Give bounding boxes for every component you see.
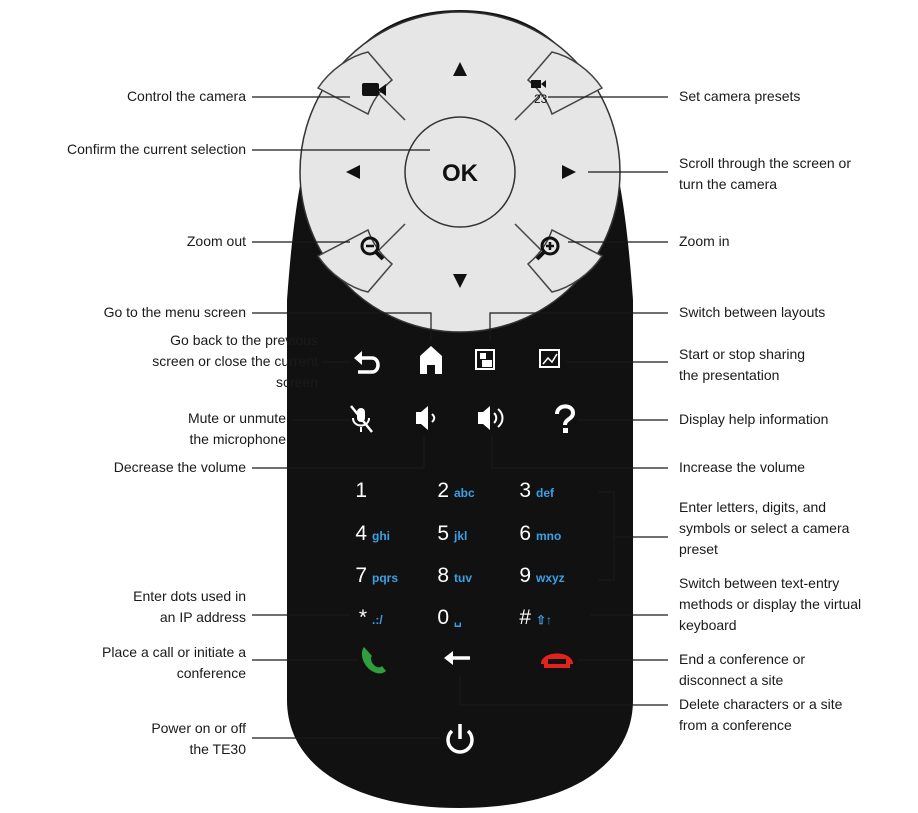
label-line: turn the camera (679, 176, 778, 192)
label-enter-letters: Enter letters, digits, and symbols or sel… (679, 497, 849, 560)
label-line: Go back to the previous (170, 332, 318, 348)
label-line: from a conference (679, 717, 792, 733)
key-letters: ghi (372, 529, 390, 543)
label-line: the presentation (679, 367, 780, 383)
label-line: Place a call or initiate a (102, 644, 246, 660)
label-enter-dots: Enter dots used in an IP address (133, 586, 246, 628)
key-digit: 6 (519, 522, 531, 545)
label-help: Display help information (679, 409, 828, 430)
ok-label: OK (442, 160, 479, 187)
label-line: Scroll through the screen or (679, 155, 851, 171)
key-digit: # (519, 606, 531, 629)
label-line: Delete characters or a site (679, 696, 843, 712)
key-digit: * (359, 606, 367, 629)
key-digit: 1 (355, 479, 367, 502)
label-end-conference: End a conference or disconnect a site (679, 649, 805, 691)
label-confirm-selection: Confirm the current selection (67, 139, 246, 160)
label-line: Power on or off (151, 720, 246, 736)
key-digit: 5 (437, 522, 449, 545)
label-line: Set camera presets (679, 88, 801, 104)
label-power: Power on or off the TE30 (151, 718, 246, 760)
camera-icon (362, 83, 379, 96)
key-letters: .:/ (372, 613, 383, 627)
label-line: Mute or unmute (187, 410, 286, 426)
key-letters: tuv (454, 571, 472, 585)
label-switch-text-entry: Switch between text-entry methods or disp… (679, 573, 861, 636)
key-1[interactable]: 1 (355, 479, 367, 502)
label-line: disconnect a site (679, 672, 784, 688)
label-line: symbols or select a camera (679, 520, 850, 536)
label-line: Start or stop sharing (679, 346, 806, 362)
label-line: keyboard (679, 617, 737, 633)
key-digit: 9 (519, 564, 531, 587)
label-line: Increase the volume (679, 459, 806, 475)
label-line: screen (275, 374, 318, 390)
key-letters: ⇧↑ (536, 613, 552, 627)
label-scroll: Scroll through the screen or turn the cam… (679, 153, 851, 195)
label-place-call: Place a call or initiate a conference (102, 642, 246, 684)
label-line: Zoom out (186, 233, 246, 249)
label-line: Go to the menu screen (103, 304, 246, 320)
label-line: methods or display the virtual (679, 596, 862, 612)
label-line: Display help information (679, 411, 829, 427)
label-zoom-in: Zoom in (679, 231, 730, 252)
label-line: Switch between text-entry (679, 575, 840, 591)
key-letters: jkl (453, 529, 467, 543)
label-line: the TE30 (189, 741, 246, 757)
svg-text:23: 23 (534, 92, 548, 106)
label-line: Control the camera (126, 88, 246, 104)
key-letters: pqrs (372, 571, 398, 585)
label-zoom-out: Zoom out (187, 231, 246, 252)
label-line: Zoom in (679, 233, 730, 249)
label-switch-layouts: Switch between layouts (679, 302, 825, 323)
key-digit: 0 (437, 606, 449, 629)
label-delete-chars: Delete characters or a site from a confer… (679, 694, 842, 736)
camera-preset-icon (531, 80, 541, 88)
label-line: the microphone (189, 431, 286, 447)
key-digit: 4 (355, 522, 367, 545)
label-camera-presets: Set camera presets (679, 86, 800, 107)
key-letters: abc (454, 486, 475, 500)
label-line: preset (679, 541, 718, 557)
label-line: Decrease the volume (113, 459, 246, 475)
key-letters: mno (536, 529, 561, 543)
label-share-presentation: Start or stop sharing the presentation (679, 344, 805, 386)
label-line: screen or close the current (152, 353, 318, 369)
key-digit: 7 (355, 564, 367, 587)
label-control-camera: Control the camera (127, 86, 246, 107)
key-digit: 3 (519, 479, 531, 502)
key-letters: def (536, 486, 555, 500)
label-line: Confirm the current selection (67, 141, 246, 157)
label-line: an IP address (159, 609, 246, 625)
key-letters: wxyz (535, 571, 565, 585)
label-line: conference (176, 665, 246, 681)
key-digit: 2 (437, 479, 449, 502)
remote-diagram: 23 OK 1 2 abc 3 def 4 ghi 5 jkl 6 mno 7 … (0, 0, 918, 813)
label-line: Enter letters, digits, and (679, 499, 827, 515)
key-letters: ␣ (454, 613, 462, 627)
label-decrease-volume: Decrease the volume (114, 457, 246, 478)
label-menu-screen: Go to the menu screen (104, 302, 246, 323)
label-mute: Mute or unmute the microphone (188, 408, 286, 450)
label-go-back: Go back to the previous screen or close t… (152, 330, 318, 393)
label-line: Switch between layouts (679, 304, 826, 320)
remote-illustration: 23 OK 1 2 abc 3 def4 ghi 5 jkl 6 mno7 pq… (252, 10, 668, 808)
key-digit: 8 (437, 564, 449, 587)
label-line: Enter dots used in (133, 588, 246, 604)
label-increase-volume: Increase the volume (679, 457, 805, 478)
label-line: End a conference or (679, 651, 806, 667)
